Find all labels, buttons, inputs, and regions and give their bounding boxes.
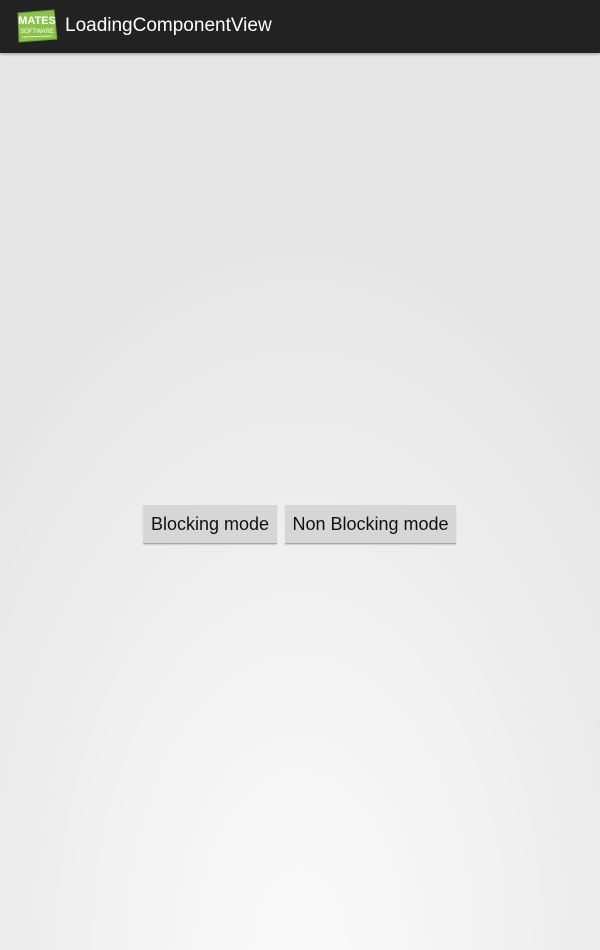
logo-subtext: SOFTWARE xyxy=(20,29,54,35)
app-logo-icon[interactable]: MATES SOFTWARE xyxy=(16,9,58,43)
main-content: Blocking mode Non Blocking mode xyxy=(0,53,600,950)
non-blocking-mode-button[interactable]: Non Blocking mode xyxy=(285,505,456,544)
action-bar: MATES SOFTWARE LoadingComponentView xyxy=(0,0,600,53)
blocking-mode-button[interactable]: Blocking mode xyxy=(143,505,277,544)
app-title: LoadingComponentView xyxy=(65,15,272,36)
logo-text: MATES xyxy=(18,15,56,27)
